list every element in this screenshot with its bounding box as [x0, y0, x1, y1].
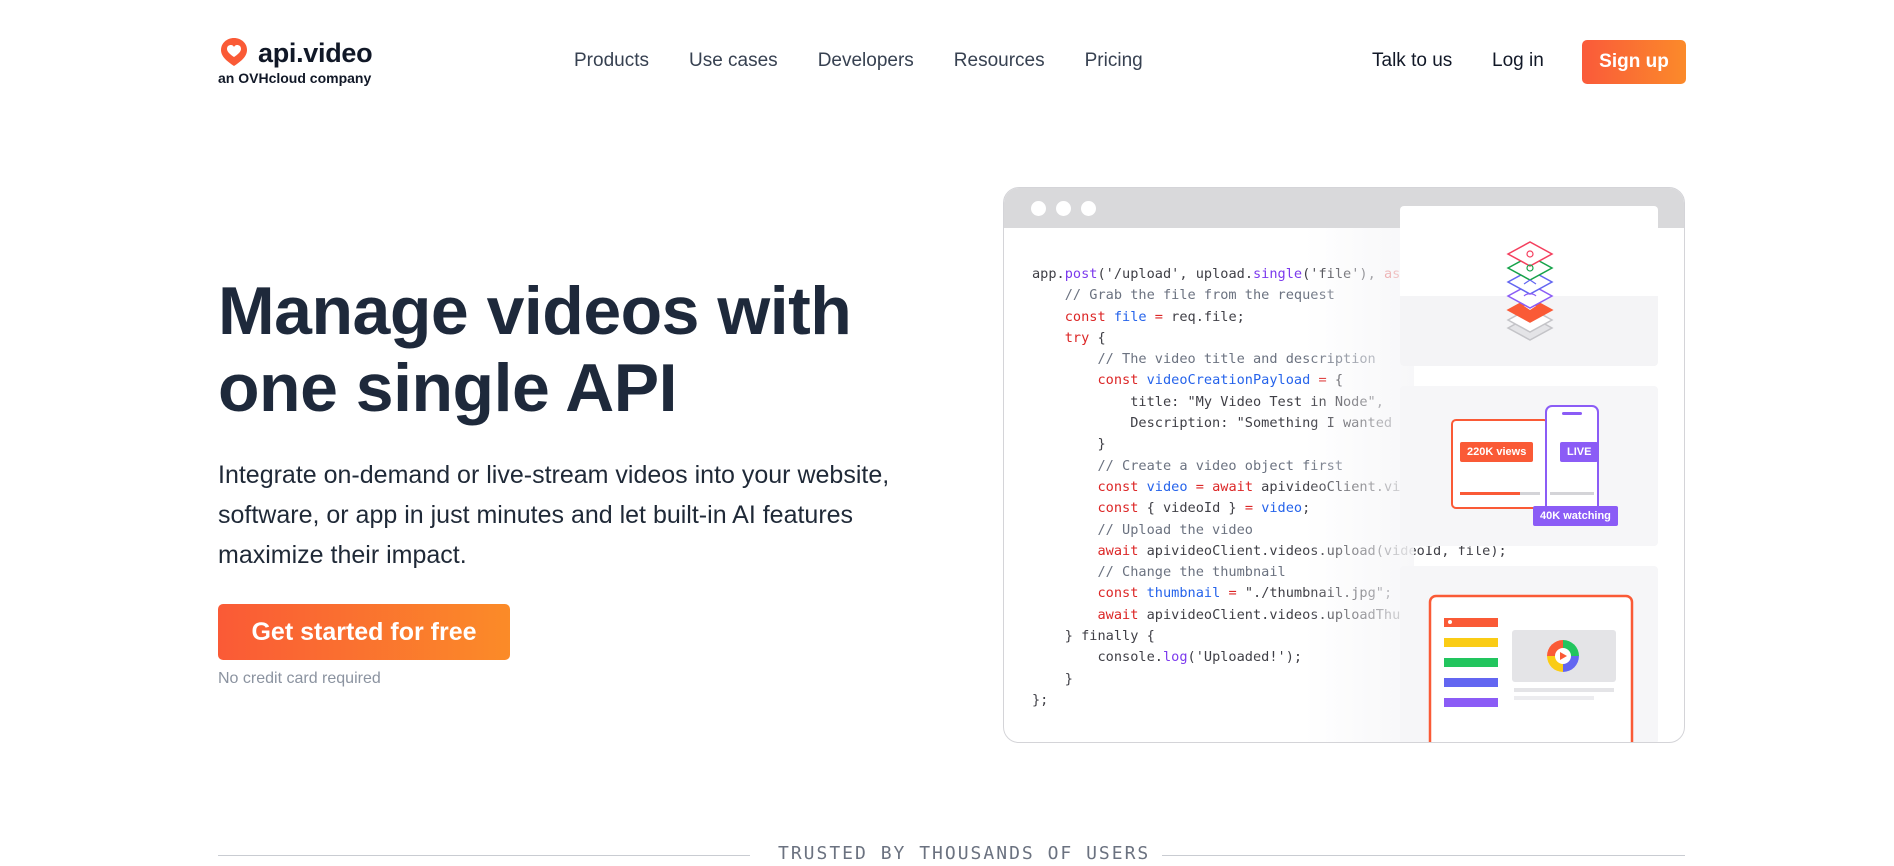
- nav-item-products[interactable]: Products: [574, 50, 649, 72]
- main-nav: Products Use cases Developers Resources …: [574, 50, 1183, 72]
- watching-badge: 40K watching: [1533, 506, 1618, 526]
- window-dot-icon: [1081, 201, 1096, 216]
- hero-title-line-2: one single API: [218, 350, 678, 426]
- window-dot-icon: [1056, 201, 1071, 216]
- feature-card-analytics: 220K views LIVE 40K watching: [1400, 386, 1658, 546]
- site-header: api.video an OVHcloud company Products U…: [0, 0, 1894, 122]
- window-dot-icon: [1031, 201, 1046, 216]
- brand-tagline: an OVHcloud company: [218, 70, 372, 86]
- hero-description: Integrate on-demand or live-stream video…: [218, 461, 890, 569]
- feature-card-layers: [1400, 206, 1658, 366]
- trusted-divider-left: [218, 855, 750, 856]
- dashboard-illustration-icon: [1428, 594, 1634, 742]
- code-window-illustration: app.post('/upload', upload.single('file'…: [1003, 187, 1685, 743]
- api-video-logo-icon: [221, 38, 247, 66]
- brand-name: api.video: [258, 38, 373, 68]
- views-badge: 220K views: [1460, 442, 1534, 462]
- layers-stack-icon: [1506, 241, 1554, 341]
- hero-title-line-1: Manage videos with: [218, 273, 852, 349]
- brand-logo[interactable]: api.video an OVHcloud company: [218, 36, 378, 88]
- hero-title: Manage videos with one single API: [218, 273, 918, 427]
- nav-item-developers[interactable]: Developers: [818, 50, 914, 72]
- no-credit-card-note: No credit card required: [218, 670, 381, 687]
- nav-item-use-cases[interactable]: Use cases: [689, 50, 778, 72]
- devices-illustration-icon: [1451, 405, 1599, 515]
- feature-card-dashboard: [1400, 566, 1658, 742]
- nav-item-resources[interactable]: Resources: [954, 50, 1045, 72]
- talk-to-us-link[interactable]: Talk to us: [1372, 50, 1452, 72]
- get-started-button[interactable]: Get started for free: [218, 604, 510, 660]
- code-fade-overlay: [1304, 228, 1414, 742]
- trusted-divider-right: [1162, 855, 1685, 856]
- live-badge: LIVE: [1560, 442, 1599, 462]
- login-link[interactable]: Log in: [1492, 50, 1544, 72]
- trusted-heading: TRUSTED BY THOUSANDS OF USERS: [778, 843, 1151, 864]
- nav-item-pricing[interactable]: Pricing: [1085, 50, 1143, 72]
- signup-button[interactable]: Sign up: [1582, 40, 1686, 84]
